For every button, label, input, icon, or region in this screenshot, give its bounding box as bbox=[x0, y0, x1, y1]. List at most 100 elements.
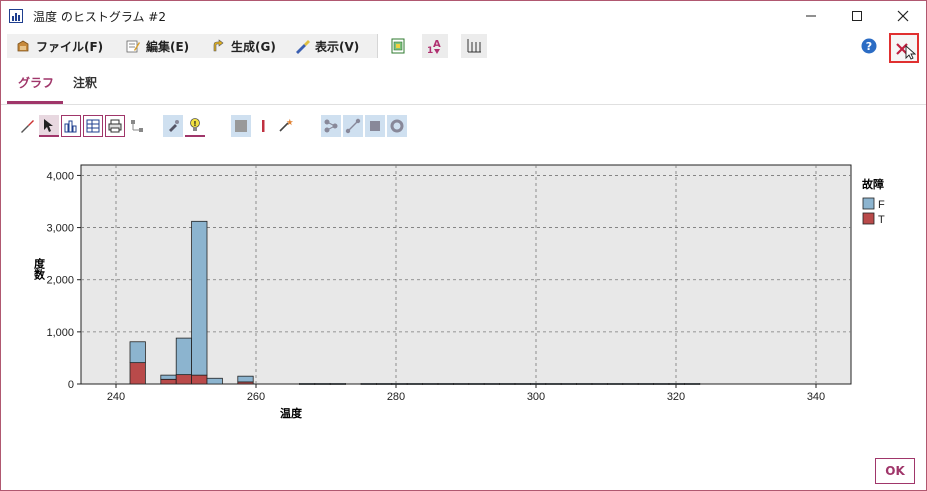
bar-T bbox=[191, 374, 208, 385]
tab-graph[interactable]: グラフ bbox=[18, 74, 54, 91]
ring-tool[interactable] bbox=[387, 115, 407, 137]
minimize-icon bbox=[806, 15, 816, 17]
fill-tool[interactable] bbox=[231, 115, 251, 137]
axis-button[interactable] bbox=[461, 34, 487, 58]
print-tool[interactable] bbox=[105, 115, 125, 137]
file-icon bbox=[17, 40, 29, 52]
tab-bar: グラフ 注釈 bbox=[1, 64, 926, 105]
brush-tool[interactable] bbox=[17, 115, 37, 137]
square-icon bbox=[235, 120, 247, 132]
bar-chart-icon bbox=[64, 120, 77, 133]
title-bar: 温度 のヒストグラム #2 bbox=[1, 1, 926, 31]
menu-generate[interactable]: 生成(G) bbox=[210, 36, 276, 56]
axis-icon bbox=[467, 39, 481, 53]
close-icon bbox=[897, 10, 909, 22]
bar-T bbox=[160, 378, 177, 385]
table-tool[interactable] bbox=[83, 115, 103, 137]
select-tool[interactable] bbox=[39, 115, 59, 137]
tab-annotation[interactable]: 注釈 bbox=[73, 74, 97, 91]
bar-F bbox=[237, 375, 254, 383]
bar-F bbox=[298, 383, 316, 385]
legend-label-F: F bbox=[878, 199, 885, 211]
view-icon bbox=[296, 40, 310, 54]
bar-F bbox=[653, 383, 670, 385]
highlight-tool[interactable]: ! bbox=[185, 115, 205, 137]
legend-label-T: T bbox=[878, 214, 885, 226]
menu-view-label: 表示(V) bbox=[315, 39, 360, 54]
layout-tool[interactable] bbox=[127, 115, 147, 137]
help-button[interactable]: ? bbox=[858, 35, 880, 57]
x-tick-label: 240 bbox=[107, 391, 125, 403]
bar-F bbox=[206, 377, 223, 385]
close-window-button[interactable] bbox=[880, 1, 926, 31]
menu-bar: ファイル(F) 編集(E) 生成(G) 表示(V) 1A ? bbox=[1, 32, 926, 63]
x-tick-label: 280 bbox=[387, 391, 405, 403]
line-tool[interactable] bbox=[253, 115, 273, 137]
bar-F bbox=[191, 220, 208, 376]
menu-view[interactable]: 表示(V) bbox=[294, 36, 359, 56]
connect-icon bbox=[345, 118, 361, 134]
close-output-button[interactable] bbox=[889, 33, 919, 63]
brush-icon bbox=[21, 120, 34, 133]
bar-F bbox=[560, 383, 578, 385]
generate-icon bbox=[213, 39, 224, 52]
magic-tool[interactable] bbox=[275, 115, 295, 137]
block-tool[interactable] bbox=[365, 115, 385, 137]
histogram-app-icon bbox=[9, 9, 23, 23]
x-tick-label: 300 bbox=[527, 391, 545, 403]
x-tick-label: 320 bbox=[667, 391, 685, 403]
maximize-button[interactable] bbox=[834, 1, 880, 31]
active-tab-indicator bbox=[7, 101, 63, 104]
bar-F bbox=[576, 383, 593, 385]
bar-F bbox=[160, 374, 177, 380]
bar-F bbox=[483, 383, 501, 385]
bar-F bbox=[375, 383, 393, 385]
sort-icon: 1A bbox=[427, 39, 441, 56]
legend: FT bbox=[862, 197, 885, 226]
pointer-icon bbox=[44, 119, 53, 132]
vertical-line-icon bbox=[262, 120, 265, 132]
svg-text:A: A bbox=[433, 39, 441, 50]
maximize-icon bbox=[852, 11, 862, 21]
menu-edit[interactable]: 編集(E) bbox=[125, 36, 189, 56]
chart-tool[interactable] bbox=[61, 115, 81, 137]
histogram-window: 温度 のヒストグラム #2 ファイル(F) 編集(E) 生成(G) 表示(V) … bbox=[0, 0, 927, 491]
menu-edit-label: 編集(E) bbox=[146, 39, 190, 54]
node-tool[interactable] bbox=[321, 115, 341, 137]
bar-F bbox=[607, 383, 624, 385]
plot-area: 240 260 280 300 320 340 0 1,000 2,000 3,000 4,000 bbox=[46, 164, 852, 403]
bar-F bbox=[514, 383, 531, 385]
y-axis-label: 度数 bbox=[33, 257, 46, 281]
pin-tool[interactable] bbox=[163, 115, 183, 137]
y-tick-label: 4,000 bbox=[46, 170, 74, 182]
x-tick-label: 340 bbox=[807, 391, 825, 403]
sort-button[interactable]: 1A bbox=[422, 34, 448, 58]
layout-icon bbox=[131, 120, 143, 132]
pin-icon bbox=[169, 120, 179, 132]
menu-file-label: ファイル(F) bbox=[36, 39, 104, 54]
legend-swatch-T bbox=[862, 212, 875, 225]
print-icon bbox=[108, 119, 122, 133]
x-axis-label: 温度 bbox=[280, 406, 303, 420]
menu-file[interactable]: ファイル(F) bbox=[15, 36, 103, 56]
minimize-button[interactable] bbox=[788, 1, 834, 31]
bar-F bbox=[360, 383, 377, 385]
bar-F bbox=[545, 383, 562, 385]
export-button[interactable] bbox=[385, 34, 411, 58]
ok-button[interactable]: OK bbox=[875, 458, 915, 484]
x-tick-label: 260 bbox=[247, 391, 265, 403]
block-icon bbox=[370, 121, 380, 131]
y-tick-label: 1,000 bbox=[46, 327, 74, 339]
bar-F bbox=[406, 383, 424, 385]
bar-F bbox=[468, 383, 485, 385]
connect-tool[interactable] bbox=[343, 115, 363, 137]
bar-F bbox=[530, 383, 547, 385]
y-tick-label: 2,000 bbox=[46, 275, 74, 287]
histogram-chart: 240 260 280 300 320 340 0 1,000 2,000 3,000 4,000 … bbox=[1, 151, 926, 431]
bar-F bbox=[314, 383, 331, 385]
menu-group: ファイル(F) 編集(E) 生成(G) 表示(V) bbox=[7, 34, 378, 58]
menu-generate-label: 生成(G) bbox=[231, 39, 276, 54]
ring-icon bbox=[390, 119, 404, 133]
bar-T bbox=[175, 374, 192, 385]
bar-F bbox=[329, 383, 347, 385]
